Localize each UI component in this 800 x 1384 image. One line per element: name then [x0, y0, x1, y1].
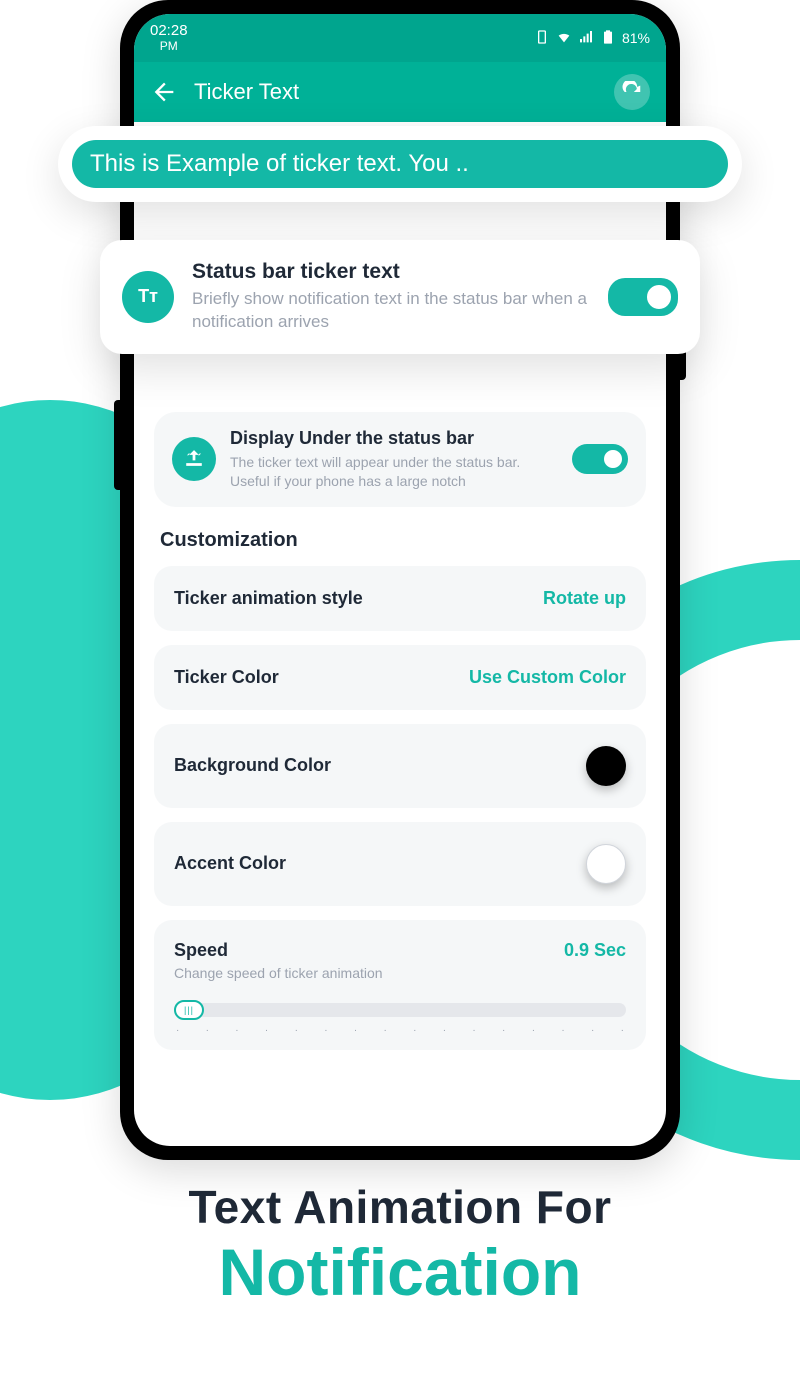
battery-percent: 81%: [622, 30, 650, 46]
content-area: Display Under the status bar The ticker …: [134, 294, 666, 1146]
wifi-icon: [556, 29, 572, 48]
battery-icon: [600, 29, 616, 48]
marketing-line2: Notification: [0, 1238, 800, 1307]
speed-slider-thumb[interactable]: [174, 1000, 204, 1020]
card2-title: Display Under the status bar: [230, 428, 558, 449]
accent-color-label: Accent Color: [174, 853, 286, 874]
clock: 02:28: [150, 23, 188, 40]
customization-heading: Customization: [154, 529, 646, 552]
row-accent-color[interactable]: Accent Color: [154, 822, 646, 906]
ticker-color-value: Use Custom Color: [469, 667, 626, 688]
display-under-icon: [172, 437, 216, 481]
anim-value: Rotate up: [543, 588, 626, 609]
device-icon: [534, 29, 550, 48]
example-ticker-pill: This is Example of ticker text. You ..: [72, 140, 728, 188]
slider-ticks: ················: [174, 1025, 626, 1036]
accent-color-swatch[interactable]: [586, 844, 626, 884]
display-under-toggle[interactable]: [572, 444, 628, 474]
anim-label: Ticker animation style: [174, 588, 363, 609]
status-icons: 81%: [534, 29, 650, 48]
row-animation-style[interactable]: Ticker animation style Rotate up: [154, 566, 646, 631]
marketing-line1: Text Animation For: [0, 1180, 800, 1234]
status-bar: 02:28 PM 81%: [134, 14, 666, 62]
speed-value: 0.9 Sec: [564, 940, 626, 961]
header-title: Ticker Text: [194, 79, 614, 105]
status-time: 02:28 PM: [150, 23, 188, 53]
status-bar-ticker-toggle[interactable]: [608, 278, 678, 316]
card1-desc: Briefly show notification text in the st…: [192, 288, 590, 334]
refresh-button[interactable]: [614, 74, 650, 110]
ticker-text-icon: Tᴛ: [122, 271, 174, 323]
row-speed[interactable]: Speed 0.9 Sec Change speed of ticker ani…: [154, 920, 646, 1050]
app-header: Ticker Text: [134, 62, 666, 122]
signal-icon: [578, 29, 594, 48]
row-background-color[interactable]: Background Color: [154, 724, 646, 808]
ticker-color-label: Ticker Color: [174, 667, 279, 688]
status-bar-ticker-card[interactable]: Tᴛ Status bar ticker text Briefly show n…: [100, 240, 700, 354]
phone-power-button: [114, 400, 120, 490]
display-under-status-bar-card[interactable]: Display Under the status bar The ticker …: [154, 412, 646, 507]
marketing-heading: Text Animation For Notification: [0, 1180, 800, 1307]
back-button[interactable]: [150, 78, 178, 106]
speed-label: Speed: [174, 940, 228, 961]
clock-ampm: PM: [150, 40, 188, 53]
bg-color-label: Background Color: [174, 755, 331, 776]
card2-desc: The ticker text will appear under the st…: [230, 453, 558, 491]
speed-slider[interactable]: [174, 1003, 626, 1017]
bg-color-swatch[interactable]: [586, 746, 626, 786]
card1-title: Status bar ticker text: [192, 260, 590, 284]
speed-sub: Change speed of ticker animation: [174, 965, 626, 981]
row-ticker-color[interactable]: Ticker Color Use Custom Color: [154, 645, 646, 710]
example-pill-container: This is Example of ticker text. You ..: [58, 126, 742, 202]
